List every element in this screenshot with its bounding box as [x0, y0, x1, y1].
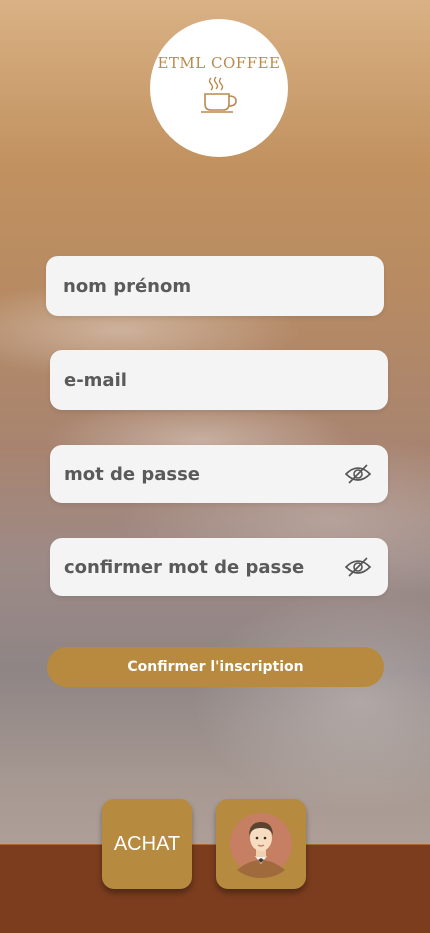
coffee-cup-icon: [201, 76, 237, 113]
password-field[interactable]: mot de passe: [50, 445, 388, 503]
user-avatar-icon: [230, 813, 292, 878]
bottom-navigation-bar: [0, 844, 430, 933]
app-logo: ETML COFFEE: [150, 19, 288, 157]
confirm-registration-button[interactable]: Confirmer l'inscription: [47, 647, 384, 687]
email-field-placeholder: e-mail: [64, 369, 127, 391]
name-field-placeholder: nom prénom: [63, 275, 192, 297]
confirm-password-field-placeholder: confirmer mot de passe: [64, 556, 305, 578]
eye-off-icon[interactable]: [344, 556, 372, 578]
name-field[interactable]: nom prénom: [46, 256, 384, 316]
password-field-placeholder: mot de passe: [64, 463, 201, 485]
email-field[interactable]: e-mail: [50, 350, 388, 410]
achat-tab-button[interactable]: ACHAT: [102, 799, 192, 889]
logo-text: ETML COFFEE: [157, 54, 281, 72]
eye-off-icon[interactable]: [344, 463, 372, 485]
confirm-password-field[interactable]: confirmer mot de passe: [50, 538, 388, 596]
achat-tab-label: ACHAT: [113, 832, 181, 855]
profile-tab-button[interactable]: [216, 799, 306, 889]
